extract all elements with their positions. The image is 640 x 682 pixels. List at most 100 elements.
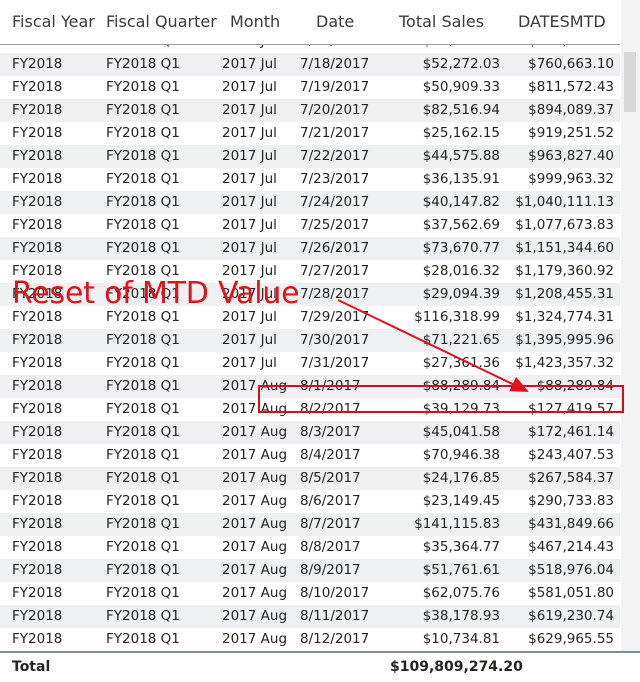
cell-date: 8/12/2017: [300, 631, 370, 647]
cell-month: 2017 Jul: [222, 355, 277, 371]
table-row[interactable]: FY2018 FY2018 Q1 2017 Aug 8/8/2017 $35,364.7…: [0, 536, 620, 559]
cell-total-sales: $62,075.76: [422, 585, 500, 601]
table-row[interactable]: FY2018 FY2018 Q1 2017 Jul 7/31/2017 $27,361.…: [0, 352, 620, 375]
table-row[interactable]: FY2018 FY2018 Q1 2017 Jul 7/21/2017 $25,162.…: [0, 122, 620, 145]
cell-date: 8/10/2017: [300, 585, 370, 601]
cell-date: 8/5/2017: [300, 470, 361, 486]
table-row[interactable]: FY2018 FY2018 Q1 2017 Jul 7/19/2017 $50,909.…: [0, 76, 620, 99]
table-row[interactable]: FY2018 FY2018 Q1 2017 Jul 7/22/2017 $44,575.…: [0, 145, 620, 168]
cell-total-sales: $141,115.83: [414, 516, 500, 532]
cell-datesmtd: $518,976.04: [528, 562, 614, 578]
table-row[interactable]: FY2018 FY2018 Q1 2017 Jul 7/17/2017 $53,441.…: [0, 45, 620, 53]
cell-month: 2017 Jul: [222, 240, 277, 256]
cell-fiscal-year: FY2018: [12, 539, 63, 555]
cell-total-sales: $40,147.82: [422, 194, 500, 210]
cell-fiscal-quarter: FY2018 Q1: [106, 79, 180, 95]
cell-datesmtd: $708,391.17: [528, 45, 614, 53]
cell-total-sales: $73,670.77: [422, 240, 500, 256]
cell-date: 7/22/2017: [300, 148, 370, 164]
cell-total-sales: $28,016.32: [422, 263, 500, 279]
cell-fiscal-quarter: FY2018 Q1: [106, 171, 180, 187]
highlight-box: [258, 385, 624, 413]
total-label: Total: [12, 659, 51, 675]
table-body[interactable]: FY2018 FY2018 Q1 2017 Jul 7/17/2017 $53,441.…: [0, 45, 620, 651]
cell-fiscal-year: FY2018: [12, 516, 63, 532]
cell-fiscal-year: FY2018: [12, 493, 63, 509]
cell-month: 2017 Jul: [222, 56, 277, 72]
cell-date: 7/24/2017: [300, 194, 370, 210]
cell-datesmtd: $1,324,774.31: [515, 309, 614, 325]
table-header: Fiscal Year Fiscal Quarter Month Date Total …: [0, 0, 620, 45]
cell-datesmtd: $1,077,673.83: [515, 217, 614, 233]
cell-datesmtd: $290,733.83: [528, 493, 614, 509]
cell-fiscal-quarter: FY2018 Q1: [106, 194, 180, 210]
cell-total-sales: $71,221.65: [422, 332, 500, 348]
table-row[interactable]: FY2018 FY2018 Q1 2017 Aug 8/5/2017 $24,176.8…: [0, 467, 620, 490]
cell-fiscal-quarter: FY2018 Q1: [106, 102, 180, 118]
cell-fiscal-quarter: FY2018 Q1: [106, 608, 180, 624]
cell-fiscal-quarter: FY2018 Q1: [106, 470, 180, 486]
cell-date: 7/21/2017: [300, 125, 370, 141]
cell-datesmtd: $1,179,360.92: [515, 263, 614, 279]
cell-total-sales: $45,041.58: [422, 424, 500, 440]
header-date[interactable]: Date: [316, 0, 354, 44]
cell-fiscal-quarter: FY2018 Q1: [106, 539, 180, 555]
cell-fiscal-quarter: FY2018 Q1: [106, 45, 180, 53]
cell-datesmtd: $811,572.43: [528, 79, 614, 95]
header-fiscal-quarter[interactable]: Fiscal Quarter: [106, 0, 217, 44]
cell-datesmtd: $760,663.10: [528, 56, 614, 72]
cell-month: 2017 Jul: [222, 171, 277, 187]
table-row[interactable]: FY2018 FY2018 Q1 2017 Aug 8/4/2017 $70,946.3…: [0, 444, 620, 467]
table-row[interactable]: FY2018 FY2018 Q1 2017 Aug 8/12/2017 $10,734.…: [0, 628, 620, 651]
cell-datesmtd: $894,089.37: [528, 102, 614, 118]
cell-month: 2017 Aug: [222, 516, 288, 532]
table-row[interactable]: FY2018 FY2018 Q1 2017 Jul 7/20/2017 $82,516.…: [0, 99, 620, 122]
cell-fiscal-quarter: FY2018 Q1: [106, 378, 180, 394]
header-total-sales[interactable]: Total Sales: [399, 0, 484, 44]
table-row[interactable]: FY2018 FY2018 Q1 2017 Aug 8/9/2017 $51,761.6…: [0, 559, 620, 582]
cell-fiscal-year: FY2018: [12, 171, 63, 187]
table-row[interactable]: FY2018 FY2018 Q1 2017 Jul 7/30/2017 $71,221.…: [0, 329, 620, 352]
cell-date: 8/9/2017: [300, 562, 361, 578]
table-row[interactable]: FY2018 FY2018 Q1 2017 Jul 7/25/2017 $37,562.…: [0, 214, 620, 237]
table-row[interactable]: FY2018 FY2018 Q1 2017 Jul 7/24/2017 $40,147.…: [0, 191, 620, 214]
cell-datesmtd: $1,395,995.96: [515, 332, 614, 348]
header-month[interactable]: Month: [230, 0, 280, 44]
cell-fiscal-year: FY2018: [12, 470, 63, 486]
cell-datesmtd: $431,849.66: [528, 516, 614, 532]
cell-date: 8/3/2017: [300, 424, 361, 440]
cell-total-sales: $50,909.33: [422, 79, 500, 95]
cell-date: 8/7/2017: [300, 516, 361, 532]
cell-total-sales: $52,272.03: [422, 56, 500, 72]
cell-datesmtd: $999,963.32: [528, 171, 614, 187]
cell-month: 2017 Jul: [222, 332, 277, 348]
cell-date: 7/28/2017: [300, 286, 370, 302]
cell-datesmtd: $243,407.53: [528, 447, 614, 463]
table-row[interactable]: FY2018 FY2018 Q1 2017 Aug 8/6/2017 $23,149.4…: [0, 490, 620, 513]
table-row[interactable]: FY2018 FY2018 Q1 2017 Aug 8/11/2017 $38,178.…: [0, 605, 620, 628]
cell-month: 2017 Jul: [222, 79, 277, 95]
cell-fiscal-quarter: FY2018 Q1: [106, 217, 180, 233]
cell-fiscal-quarter: FY2018 Q1: [106, 631, 180, 647]
table-row[interactable]: FY2018 FY2018 Q1 2017 Jul 7/18/2017 $52,272.…: [0, 53, 620, 76]
scrollbar-thumb[interactable]: [624, 52, 636, 112]
table-row[interactable]: FY2018 FY2018 Q1 2017 Aug 8/7/2017 $141,115.…: [0, 513, 620, 536]
cell-month: 2017 Aug: [222, 562, 288, 578]
table-row[interactable]: FY2018 FY2018 Q1 2017 Jul 7/26/2017 $73,670.…: [0, 237, 620, 260]
cell-fiscal-year: FY2018: [12, 125, 63, 141]
cell-fiscal-year: FY2018: [12, 332, 63, 348]
cell-total-sales: $53,441.60: [423, 45, 500, 53]
table-row[interactable]: FY2018 FY2018 Q1 2017 Aug 8/10/2017 $62,075.…: [0, 582, 620, 605]
cell-date: 8/6/2017: [300, 493, 361, 509]
cell-fiscal-year: FY2018: [12, 102, 63, 118]
cell-date: 7/23/2017: [300, 171, 370, 187]
header-fiscal-year[interactable]: Fiscal Year: [12, 0, 95, 44]
table-row[interactable]: FY2018 FY2018 Q1 2017 Jul 7/23/2017 $36,135.…: [0, 168, 620, 191]
cell-total-sales: $51,761.61: [422, 562, 500, 578]
table-row[interactable]: FY2018 FY2018 Q1 2017 Aug 8/3/2017 $45,041.5…: [0, 421, 620, 444]
cell-fiscal-year: FY2018: [12, 424, 63, 440]
cell-datesmtd: $1,208,455.31: [515, 286, 614, 302]
cell-date: 8/8/2017: [300, 539, 361, 555]
cell-fiscal-year: FY2018: [12, 447, 63, 463]
header-datesmtd[interactable]: DATESMTD: [518, 0, 606, 44]
